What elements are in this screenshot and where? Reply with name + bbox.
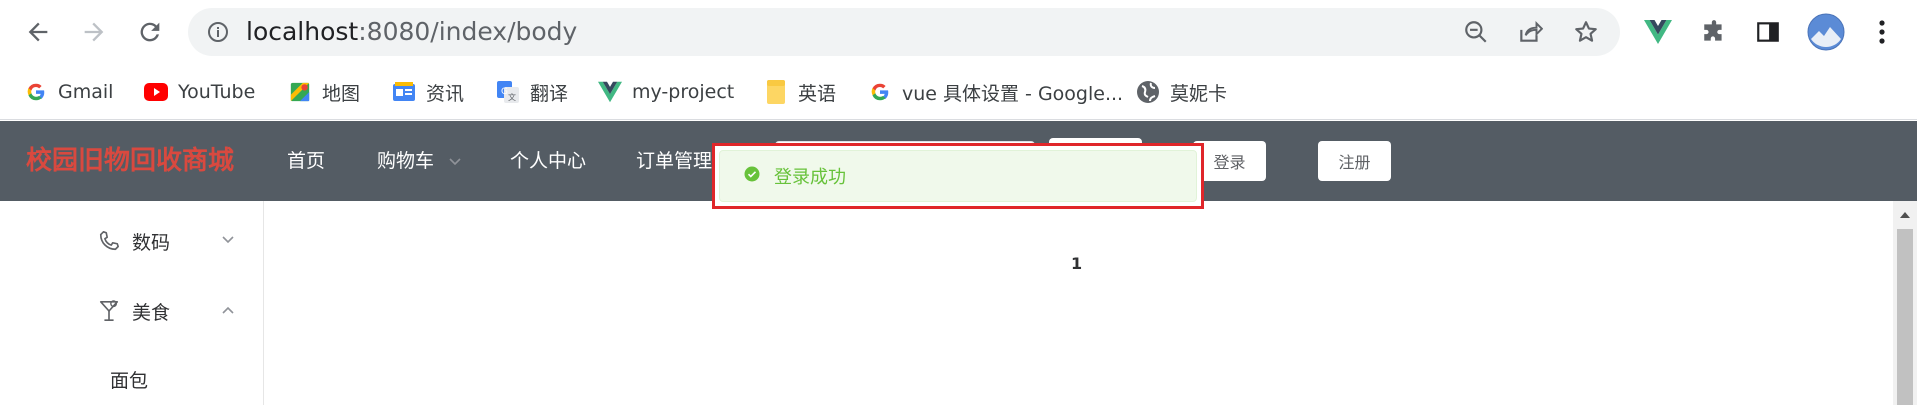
bookmark-my-project[interactable]: my-project [598, 76, 734, 108]
browser-toolbar: localhost:8080/index/body [0, 0, 1917, 64]
menu-icon[interactable] [1862, 12, 1902, 52]
sidebar-item-food[interactable]: 美食 [96, 283, 170, 339]
extensions-icon[interactable] [1694, 12, 1734, 52]
side-panel-icon[interactable] [1748, 12, 1788, 52]
bookmark-label: Gmail [58, 81, 114, 103]
bookmark-label: 地图 [322, 82, 361, 105]
youtube-icon [144, 80, 168, 104]
register-button[interactable]: 注册 [1318, 141, 1391, 181]
url-text[interactable]: localhost:8080/index/body [246, 8, 577, 56]
bookmark-maps[interactable]: 地图 [288, 76, 360, 108]
scrollbar[interactable] [1893, 201, 1917, 405]
scrollbar-thumb[interactable] [1897, 229, 1913, 405]
bookmarks-bar: Gmail YouTube 地图 资讯 G文 翻译 my-project 英语 [0, 64, 1917, 120]
news-icon [392, 80, 416, 104]
phone-icon [96, 228, 122, 254]
share-icon[interactable] [1514, 16, 1546, 48]
bookmark-news[interactable]: 资讯 [392, 76, 464, 108]
star-icon[interactable] [1570, 16, 1602, 48]
menu-orders[interactable]: 订单管理 [636, 121, 712, 201]
bookmark-label: 翻译 [530, 82, 569, 105]
profile-avatar[interactable] [1806, 12, 1846, 52]
translate-icon: G文 [496, 80, 520, 104]
bookmark-translate[interactable]: G文 翻译 [496, 76, 568, 108]
address-bar[interactable]: localhost:8080/index/body [188, 8, 1620, 56]
bookmark-youtube[interactable]: YouTube [144, 76, 255, 108]
menu-cart-label: 购物车 [377, 150, 435, 172]
svg-text:G: G [501, 87, 508, 97]
bookmark-label: 资讯 [426, 82, 465, 105]
forward-icon[interactable] [72, 10, 116, 54]
bookmark-vue-settings[interactable]: vue 具体设置 - Google... [868, 76, 1123, 108]
bookmark-label: my-project [632, 81, 735, 103]
menu-profile[interactable]: 个人中心 [510, 121, 586, 201]
bookmark-label: 莫妮卡 [1170, 82, 1228, 105]
scroll-up-arrow-icon[interactable] [1893, 207, 1917, 223]
menu-cart[interactable]: 购物车 [377, 121, 462, 201]
folder-icon [764, 80, 788, 104]
reload-icon[interactable] [128, 10, 172, 54]
bookmark-english[interactable]: 英语 [764, 76, 836, 108]
bookmark-monica[interactable]: 莫妮卡 [1136, 76, 1227, 108]
menu-home[interactable]: 首页 [287, 121, 325, 201]
bookmark-label: 英语 [798, 82, 837, 105]
globe-icon [1136, 80, 1160, 104]
bookmark-label: vue 具体设置 - Google... [902, 82, 1124, 105]
chevron-up-icon[interactable] [220, 303, 236, 319]
chevron-down-icon [448, 122, 462, 202]
zoom-out-icon[interactable] [1460, 16, 1492, 48]
maps-icon [288, 80, 312, 104]
svg-text:文: 文 [508, 92, 516, 102]
bookmark-gmail[interactable]: Gmail [24, 76, 113, 108]
bookmark-label: YouTube [178, 81, 256, 103]
chevron-down-icon[interactable] [220, 231, 236, 247]
vue-devtools-icon[interactable] [1638, 12, 1678, 52]
back-icon[interactable] [16, 10, 60, 54]
vue-icon [598, 80, 622, 104]
check-circle-icon [744, 166, 760, 186]
toast-highlight-box: 登录成功 [712, 143, 1204, 209]
url-host: localhost [246, 17, 359, 46]
google-icon [868, 80, 892, 104]
info-icon[interactable] [202, 16, 234, 48]
sidebar-item-digital[interactable]: 数码 [96, 213, 170, 269]
google-icon [24, 80, 48, 104]
site-title[interactable]: 校园旧物回收商城 [26, 121, 234, 201]
success-toast: 登录成功 [719, 150, 1197, 202]
page-number: 1 [1071, 254, 1083, 273]
sidebar-subitem-bread[interactable]: 面包 [110, 366, 148, 393]
url-path: :8080/index/body [358, 17, 578, 46]
sidebar-item-label: 美食 [132, 301, 171, 324]
sidebar-item-label: 数码 [132, 231, 171, 254]
cocktail-icon [96, 298, 122, 324]
toast-message: 登录成功 [774, 167, 846, 188]
